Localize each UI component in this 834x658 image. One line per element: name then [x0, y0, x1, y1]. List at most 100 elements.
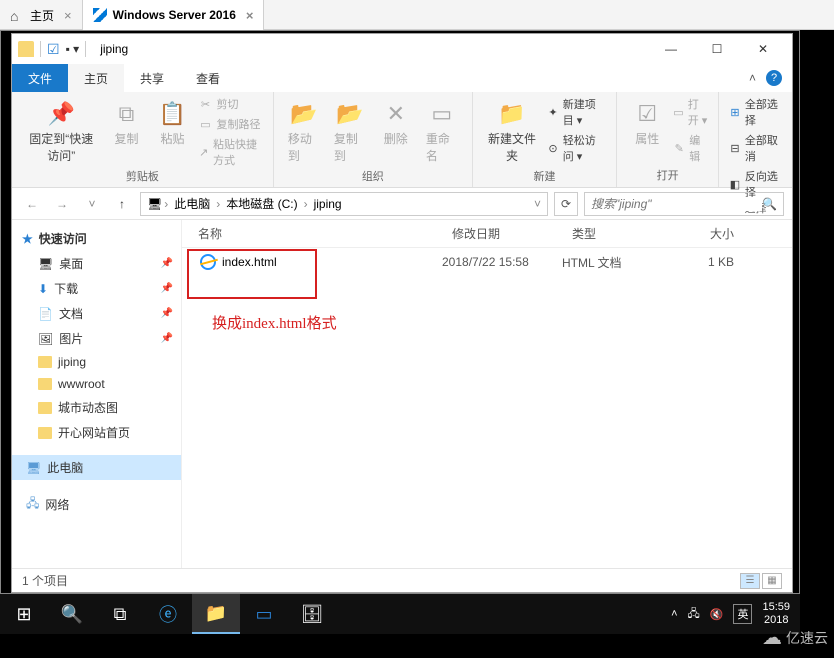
rename-button[interactable]: ▭重命名 [422, 96, 462, 168]
watermark-text: 亿速云 [786, 628, 828, 648]
icons-view-button[interactable]: ▦ [762, 573, 782, 589]
nav-pictures[interactable]: 🖼图片📌 [12, 326, 181, 351]
select-all-button[interactable]: ⊞全部选择 [729, 96, 782, 128]
quick-access-checkbox[interactable]: ☑ [47, 41, 60, 58]
details-view-button[interactable]: ☰ [740, 573, 760, 589]
back-button[interactable]: ← [20, 192, 44, 216]
system-tray: ˄ 🖧 🔇 英 15:59 2018 [671, 601, 800, 627]
explorer-body: ★快速访问 🖥桌面📌 ⬇下载📌 📄文档📌 🖼图片📌 jiping wwwroot… [12, 220, 792, 568]
move-to-button[interactable]: 📂移动到 [284, 96, 324, 168]
forward-button[interactable]: → [50, 192, 74, 216]
address-dropdown-icon[interactable]: ˅ [534, 197, 541, 211]
crumb-pc[interactable]: 此电脑 [170, 195, 214, 212]
cut-button[interactable]: ✂剪切 [198, 96, 262, 112]
pin-icon: 📌 [47, 100, 75, 128]
help-icon[interactable]: ? [766, 70, 782, 86]
open-button[interactable]: ▭打开 ▾ [673, 96, 708, 128]
nav-this-pc[interactable]: 🖥此电脑 [12, 455, 181, 480]
explorer-taskbar[interactable]: 📁 [192, 594, 240, 634]
tab-share[interactable]: 共享 [124, 64, 180, 92]
nav-quick-access[interactable]: ★快速访问 [12, 226, 181, 251]
browser-tab-winserver[interactable]: Windows Server 2016 × [83, 0, 265, 30]
file-explorer-window: ☑ ▪ ▾ jiping — ☐ ✕ 文件 主页 共享 查看 ˄ ? [11, 33, 793, 593]
paste-button[interactable]: 📋 粘贴 [152, 96, 192, 151]
up-button[interactable]: ↑ [110, 192, 134, 216]
copy-button[interactable]: ⧉ 复制 [106, 96, 146, 151]
tray-clock[interactable]: 15:59 2018 [762, 601, 790, 627]
tray-volume-icon[interactable]: 🔇 [710, 608, 724, 621]
nav-downloads[interactable]: ⬇下载📌 [12, 276, 181, 301]
invert-icon: ◧ [729, 177, 741, 191]
quick-access-dropdown[interactable]: ▪ ▾ [66, 42, 80, 56]
minimize-button[interactable]: — [648, 34, 694, 64]
file-list-pane: 名称 修改日期 类型 大小 index.html 2018/7/22 15:58… [182, 220, 792, 568]
pin-icon: 📌 [161, 333, 173, 344]
network-icon: 🖧 [26, 494, 39, 515]
task-view-button[interactable]: ⧉ [96, 594, 144, 634]
collapse-ribbon-icon[interactable]: ˄ [749, 71, 756, 85]
windows-icon [93, 8, 107, 22]
crumb-folder[interactable]: jiping [310, 197, 346, 211]
open-icon: ▭ [673, 105, 683, 119]
easy-access-button[interactable]: ⊙轻松访问 ▾ [547, 132, 606, 164]
downloads-icon: ⬇ [38, 282, 48, 296]
annotation-text: 换成index.html格式 [212, 312, 337, 333]
documents-icon: 📄 [38, 307, 53, 321]
cloud-icon: ☁ [762, 625, 782, 650]
search-icon[interactable]: 🔍 [762, 197, 777, 211]
copy-path-button[interactable]: ▭复制路径 [198, 116, 262, 132]
tab-file[interactable]: 文件 [12, 64, 68, 92]
group-label: 打开 [627, 167, 708, 185]
col-name[interactable]: 名称 [182, 225, 442, 242]
crumb-drive[interactable]: 本地磁盘 (C:) [222, 195, 301, 212]
nav-citygif[interactable]: 城市动态图 [12, 395, 181, 420]
ime-indicator[interactable]: 英 [733, 604, 752, 624]
new-folder-button[interactable]: 📁新建文件夹 [483, 96, 541, 168]
select-none-button[interactable]: ⊟全部取消 [729, 132, 782, 164]
item-count: 1 个项目 [22, 572, 68, 589]
start-button[interactable]: ⊞ [0, 594, 48, 634]
edit-button[interactable]: ✎编辑 [673, 132, 708, 164]
server-manager-taskbar[interactable]: 🗄 [288, 594, 336, 634]
properties-button[interactable]: ☑属性 [627, 96, 667, 151]
history-dropdown[interactable]: ˅ [80, 192, 104, 216]
col-date[interactable]: 修改日期 [442, 225, 562, 242]
close-button[interactable]: ✕ [740, 34, 786, 64]
nav-happysite[interactable]: 开心网站首页 [12, 420, 181, 445]
copyto-icon: 📂 [336, 100, 364, 128]
cut-icon: ✂ [198, 97, 212, 111]
search-input[interactable] [591, 197, 762, 211]
col-type[interactable]: 类型 [562, 225, 672, 242]
col-size[interactable]: 大小 [672, 225, 752, 242]
titlebar: ☑ ▪ ▾ jiping — ☐ ✕ [12, 34, 792, 64]
refresh-button[interactable]: ⟳ [554, 192, 578, 216]
select-all-icon: ⊞ [729, 105, 741, 119]
browser-tab-home[interactable]: 主页 × [0, 0, 83, 30]
search-box[interactable]: 🔍 [584, 192, 784, 216]
nav-documents[interactable]: 📄文档📌 [12, 301, 181, 326]
close-icon[interactable]: × [60, 8, 72, 23]
nav-wwwroot[interactable]: wwwroot [12, 373, 181, 395]
file-row[interactable]: index.html 2018/7/22 15:58 HTML 文档 1 KB [182, 248, 792, 276]
search-button[interactable]: 🔍 [48, 594, 96, 634]
close-icon[interactable]: × [242, 8, 254, 23]
delete-button[interactable]: ✕删除 [376, 96, 416, 151]
maximize-button[interactable]: ☐ [694, 34, 740, 64]
tab-view[interactable]: 查看 [180, 64, 236, 92]
nav-network[interactable]: 🖧网络 [12, 490, 181, 519]
paste-shortcut-button[interactable]: ↗粘贴快捷方式 [198, 136, 262, 168]
nav-jiping[interactable]: jiping [12, 351, 181, 373]
nav-desktop[interactable]: 🖥桌面📌 [12, 251, 181, 276]
breadcrumb[interactable]: 🖥 › 此电脑 › 本地磁盘 (C:) › jiping ˅ [140, 192, 548, 216]
ie-taskbar[interactable]: ⓔ [144, 594, 192, 634]
pin-quick-access-button[interactable]: 📌 固定到“快速访问” [22, 96, 100, 168]
copy-to-button[interactable]: 📂复制到 [330, 96, 370, 168]
new-item-button[interactable]: ✦新建项目 ▾ [547, 96, 606, 128]
star-icon: ★ [22, 232, 33, 246]
tray-chevron-icon[interactable]: ˄ [671, 608, 677, 620]
remote-desktop: ☑ ▪ ▾ jiping — ☐ ✕ 文件 主页 共享 查看 ˄ ? [0, 30, 800, 594]
pc-icon: 🖥 [26, 461, 41, 475]
tab-home[interactable]: 主页 [68, 64, 124, 92]
app-taskbar-1[interactable]: ▭ [240, 594, 288, 634]
tray-network-icon[interactable]: 🖧 [688, 605, 700, 624]
